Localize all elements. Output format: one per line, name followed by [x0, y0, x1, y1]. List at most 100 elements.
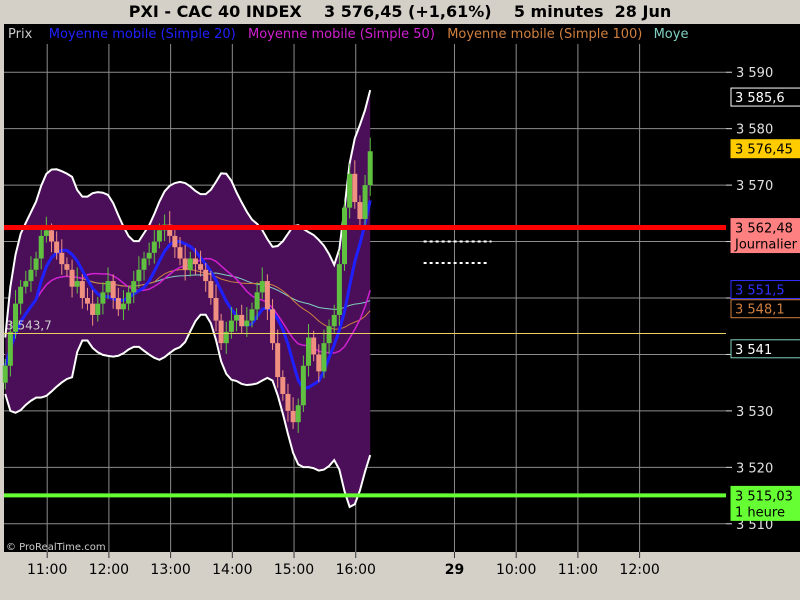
y-tick-label: 3 580 — [736, 123, 773, 138]
price-tag-label: 3 541 — [735, 343, 772, 358]
candle-body — [187, 258, 193, 270]
candle-body — [84, 298, 90, 304]
candle-body — [213, 298, 219, 321]
candle-body — [326, 326, 332, 344]
candle-body — [100, 292, 106, 304]
candle-body — [43, 230, 49, 236]
y-tick-label: 3 590 — [736, 66, 773, 81]
candle-body — [95, 303, 101, 315]
candle-body — [259, 281, 265, 293]
price-tag-label: 3 562,48 — [735, 222, 793, 237]
candle-body — [280, 377, 286, 394]
candle-body — [79, 281, 85, 298]
x-tick-label: 15:00 — [274, 562, 314, 578]
level-label: 3 543,7 — [6, 319, 52, 333]
candle-body — [182, 258, 188, 270]
legend-item: Moye — [654, 27, 689, 42]
candle-body — [198, 264, 204, 270]
candle-body — [136, 269, 142, 282]
legend-item: Moyenne mobile (Simple 50) — [248, 27, 435, 42]
candle-body — [234, 314, 240, 321]
candle-body — [69, 269, 75, 287]
price-tag-sublabel: Journalier — [734, 238, 798, 253]
candle-body — [239, 314, 245, 327]
y-tick-label: 3 530 — [736, 405, 773, 420]
price-tag-label: 3 548,1 — [735, 303, 785, 318]
legend-item: Moyenne mobile (Simple 20) — [49, 27, 236, 42]
x-tick-label: 12:00 — [619, 562, 659, 578]
candle-body — [110, 281, 116, 298]
candle-body — [177, 247, 183, 259]
candle-body — [48, 230, 54, 242]
legend-item: Prix — [8, 27, 33, 42]
candle-body — [64, 264, 70, 270]
price-tag-sublabel: 1 heure — [735, 505, 785, 520]
x-tick-label: 11:00 — [558, 562, 598, 578]
candle-body — [228, 320, 234, 332]
candle-body — [244, 320, 250, 327]
y-tick-label: 3 520 — [736, 461, 773, 476]
y-tick-label: 3 570 — [736, 179, 773, 194]
candle-body — [254, 292, 260, 310]
candle-body — [347, 173, 353, 208]
candle-body — [146, 252, 152, 259]
price-chart[interactable]: 3 5103 5203 5303 5703 5803 5903 543,7Pri… — [0, 0, 800, 600]
candle-body — [33, 258, 39, 270]
candle-body — [352, 173, 358, 203]
candle-body — [306, 337, 312, 366]
candle-body — [264, 281, 270, 310]
candle-body — [23, 281, 29, 287]
x-tick-label: 16:00 — [336, 562, 376, 578]
candle-body — [336, 264, 342, 315]
price-tag-label: 3 576,45 — [735, 143, 793, 158]
candle-body — [115, 298, 121, 310]
candle-body — [18, 286, 24, 304]
candle-body — [357, 202, 363, 219]
candle-body — [275, 343, 281, 378]
x-tick-label: 10:00 — [496, 562, 536, 578]
candle-body — [151, 241, 157, 253]
candle-body — [270, 309, 276, 344]
candle-body — [316, 354, 322, 372]
candle-body — [105, 281, 111, 293]
price-tag-label: 3 515,03 — [735, 489, 793, 504]
x-tick-label: 29 — [445, 562, 464, 578]
candle-body — [218, 320, 224, 344]
candle-body — [367, 151, 373, 186]
candle-body — [120, 303, 126, 310]
candle-body — [285, 393, 291, 411]
candle-body — [203, 269, 209, 282]
candle-body — [38, 235, 44, 259]
candle-body — [311, 337, 317, 355]
x-tick-label: 13:00 — [150, 562, 190, 578]
price-tag-label: 3 585,6 — [735, 91, 785, 106]
candle-body — [208, 281, 214, 298]
watermark: © ProRealTime.com — [6, 542, 106, 553]
candle-body — [74, 281, 80, 287]
candle-body — [156, 230, 162, 242]
legend-item: Moyenne mobile (Simple 100) — [447, 27, 642, 42]
candle-body — [90, 303, 96, 315]
candle-body — [192, 258, 198, 265]
candle-body — [28, 269, 34, 282]
x-tick-label: 12:00 — [89, 562, 129, 578]
candle-body — [331, 314, 337, 327]
x-tick-label: 14:00 — [212, 562, 252, 578]
candle-body — [290, 410, 296, 423]
price-tag-label: 3 551,5 — [735, 284, 785, 299]
candle-body — [141, 258, 147, 270]
candle-body — [54, 241, 60, 253]
candle-body — [172, 235, 178, 248]
candle-body — [126, 292, 132, 304]
candle-body — [249, 309, 255, 321]
candle-body — [2, 365, 8, 383]
chart-window: PXI - CAC 40 INDEX 3 576,45 (+1,61%) 5 m… — [0, 0, 800, 600]
candle-body — [342, 207, 348, 265]
candle-body — [362, 185, 368, 219]
candle-body — [295, 405, 301, 423]
x-tick-label: 11:00 — [27, 562, 67, 578]
candle-body — [7, 331, 13, 366]
candle-body — [300, 365, 306, 406]
candle-body — [59, 252, 65, 265]
candle-body — [131, 281, 137, 293]
